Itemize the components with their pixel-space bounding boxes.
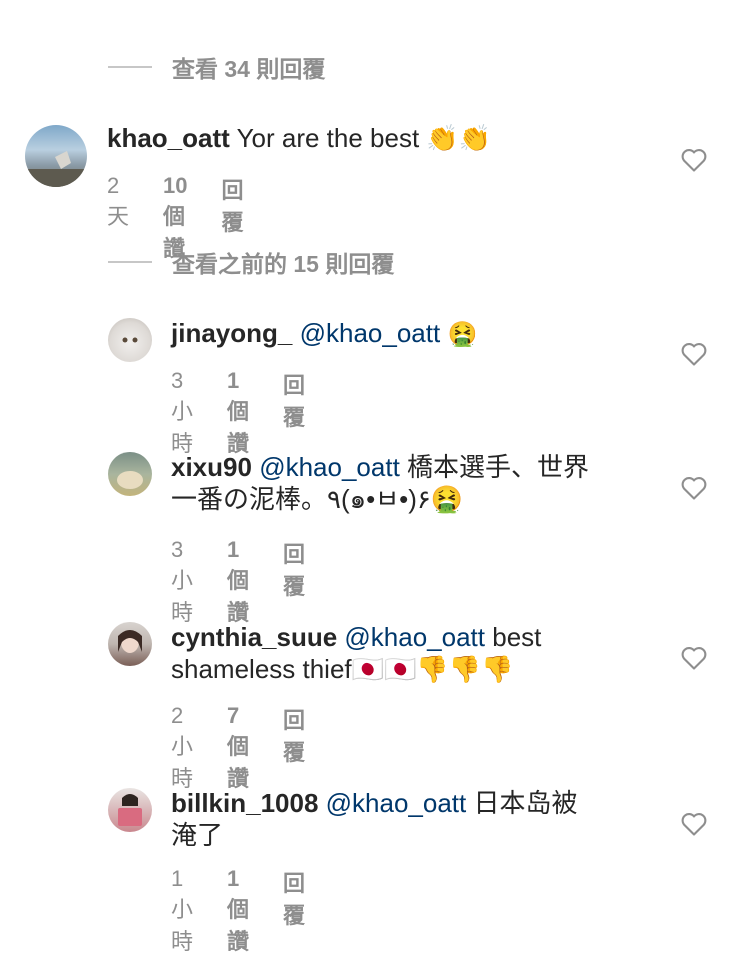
reply-button[interactable]: 回覆 [283,368,305,458]
comment-body-line2: shameless thief🇯🇵🇯🇵👎👎👎 [171,654,514,684]
avatar[interactable] [108,788,152,832]
likes-count[interactable]: 7 個讚 [227,703,249,793]
divider-line [108,66,152,68]
comment-meta: 2小時 7 個讚 回覆 [171,703,339,793]
view-replies-label: 查看之前的 15 則回覆 [172,251,395,277]
avatar-image [118,794,142,826]
username[interactable]: xixu90 [171,452,252,482]
view-previous-replies-link[interactable]: 查看之前的 15 則回覆 [108,245,394,279]
mention-link[interactable]: @khao_oatt [259,452,400,482]
avatar-image [122,337,138,343]
avatar-image [117,471,143,489]
comment-text: billkin_1008 @khao_oatt 日本岛被 淹了 [171,787,661,851]
comment-meta: 3小時 1 個讚 回覆 [171,537,339,627]
avatar[interactable] [25,125,87,187]
comment-body-line2: 一番の泥棒。٩(๑•ㅂ•)۶🤮 [171,484,464,514]
like-heart-icon[interactable] [680,645,708,671]
timestamp: 1小時 [171,866,194,954]
divider-line [108,261,152,263]
avatar[interactable] [108,318,152,362]
comment-text: xixu90 @khao_oatt 橋本選手、世界 一番の泥棒。٩(๑•ㅂ•)۶… [171,451,661,515]
like-heart-icon[interactable] [680,811,708,837]
avatar-image [25,151,87,187]
likes-count[interactable]: 1 個讚 [227,368,249,458]
avatar[interactable] [108,452,152,496]
comment-body: best [492,622,542,652]
likes-count[interactable]: 1 個讚 [227,537,249,627]
comment-body: 日本岛被 [473,788,578,818]
reply-button[interactable]: 回覆 [283,537,305,627]
username[interactable]: billkin_1008 [171,788,318,818]
mention-link[interactable]: @khao_oatt [326,788,467,818]
comment-text: cynthia_suue @khao_oatt best shameless t… [171,621,661,685]
view-replies-link[interactable]: 查看 34 則回覆 [108,50,325,84]
like-heart-icon[interactable] [680,341,708,367]
timestamp: 2小時 [171,703,194,791]
comment-text: khao_oatt Yor are the best 👏👏 [107,122,667,154]
comment-body: Yor are the best 👏👏 [236,123,492,153]
like-heart-icon[interactable] [680,147,708,173]
username[interactable]: cynthia_suue [171,622,337,652]
likes-count[interactable]: 1 個讚 [227,866,249,956]
comment-meta: 1小時 1 個讚 回覆 [171,866,339,956]
username[interactable]: khao_oatt [107,123,230,153]
comment-body-line2: 淹了 [171,820,224,850]
avatar[interactable] [108,622,152,666]
timestamp: 3小時 [171,368,194,456]
comment-body: 橋本選手、世界 [407,452,590,482]
mention-link[interactable]: @khao_oatt [300,318,441,348]
username[interactable]: jinayong_ [171,318,292,348]
mention-link[interactable]: @khao_oatt [344,622,485,652]
comment-text: jinayong_ @khao_oatt 🤮 [171,317,661,350]
reply-button[interactable]: 回覆 [283,703,305,793]
view-replies-label: 查看 34 則回覆 [172,56,326,82]
comment-meta: 3小時 1 個讚 回覆 [171,368,339,458]
timestamp: 3小時 [171,537,194,625]
avatar-image [118,630,142,653]
reply-button[interactable]: 回覆 [283,866,305,956]
comment-body: 🤮 [447,320,478,348]
like-heart-icon[interactable] [680,475,708,501]
